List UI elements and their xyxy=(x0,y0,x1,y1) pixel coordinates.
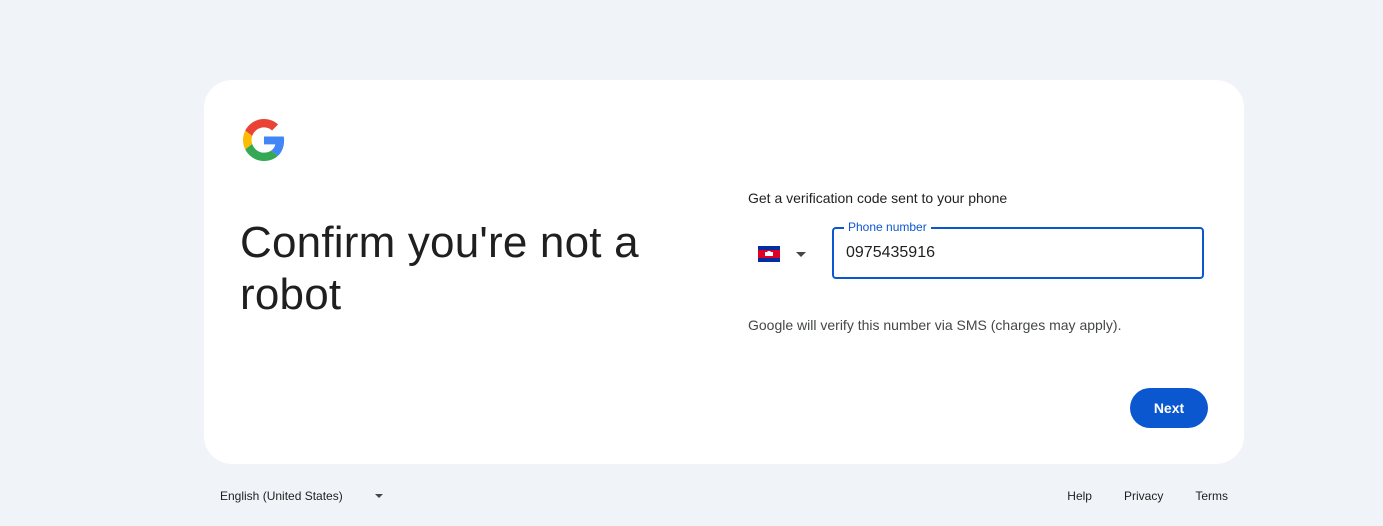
phone-number-field[interactable]: Phone number xyxy=(832,220,1204,279)
next-button[interactable]: Next xyxy=(1130,388,1208,428)
privacy-link[interactable]: Privacy xyxy=(1124,489,1163,503)
chevron-down-icon xyxy=(374,494,383,498)
country-code-select[interactable] xyxy=(758,238,822,270)
verification-panel: Get a verification code sent to your pho… xyxy=(748,80,1208,464)
sms-charges-note: Google will verify this number via SMS (… xyxy=(748,317,1122,333)
phone-number-input[interactable] xyxy=(846,241,1186,265)
phone-number-label: Phone number xyxy=(844,220,931,234)
cambodia-flag-icon xyxy=(758,246,780,262)
chevron-down-icon xyxy=(796,251,806,257)
language-label: English (United States) xyxy=(220,489,343,503)
footer: English (United States) Help Privacy Ter… xyxy=(204,480,1244,512)
page-title: Confirm you're not a robot xyxy=(240,218,639,320)
verification-instruction: Get a verification code sent to your pho… xyxy=(748,190,1008,206)
language-select[interactable]: English (United States) xyxy=(220,480,383,512)
google-g-icon xyxy=(243,119,285,161)
terms-link[interactable]: Terms xyxy=(1195,489,1228,503)
footer-links: Help Privacy Terms xyxy=(1035,480,1228,512)
help-link[interactable]: Help xyxy=(1067,489,1092,503)
signin-card: Confirm you're not a robot Get a verific… xyxy=(204,80,1244,464)
